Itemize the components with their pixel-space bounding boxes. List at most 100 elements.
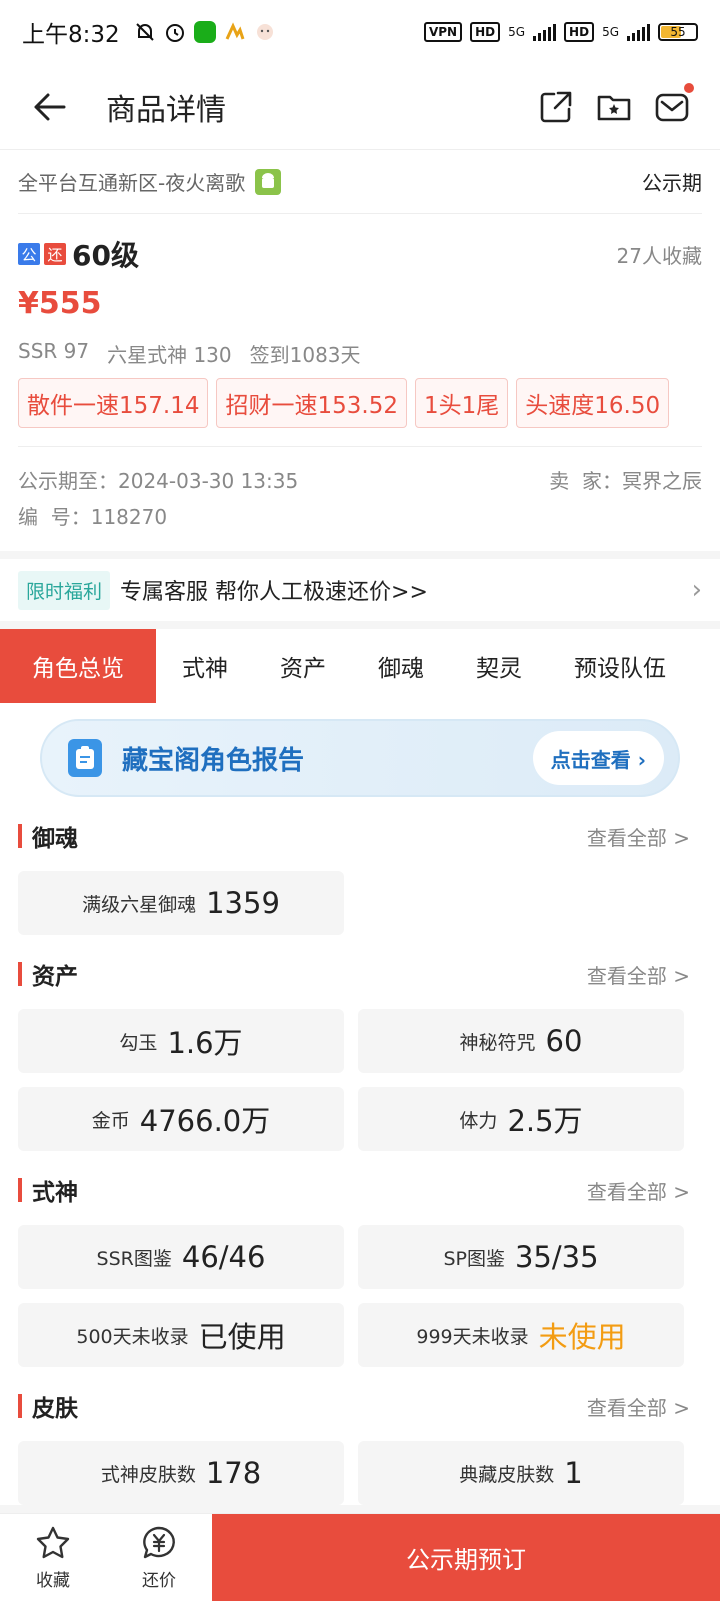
stat-label: 式神皮肤数	[100, 1463, 196, 1486]
shishen-grid: SSR图鉴 46/46 SP图鉴 35/35 500天未收录 已使用 999天未…	[18, 1225, 702, 1367]
level-title: 60级	[72, 239, 139, 272]
bargain-button[interactable]: 还价	[106, 1514, 212, 1601]
skins-grid: 式神皮肤数 178 典藏皮肤数 1	[18, 1441, 702, 1505]
section-title: 御魂	[32, 826, 78, 852]
status-bar: 上午8:32 VPN HD 5G HD 5G 55	[0, 0, 720, 64]
view-all-assets-link[interactable]: 查看全部 >	[587, 960, 690, 989]
view-report-button[interactable]: 点击查看 ›	[532, 731, 664, 785]
section-shishen-header: 式神 查看全部 >	[18, 1173, 702, 1207]
tab-shishen[interactable]: 式神	[156, 629, 254, 703]
signal-icon-1	[533, 23, 557, 41]
alarm-icon	[164, 21, 186, 43]
network-type-1: 5G	[508, 25, 526, 39]
mail-icon[interactable]	[654, 82, 694, 125]
period-end: 公示期至：2024-03-30 13:35	[18, 469, 299, 493]
tab-overview[interactable]: 角色总览	[0, 629, 156, 703]
view-all-skins-link[interactable]: 查看全部 >	[587, 1392, 690, 1421]
stat-card: 式神皮肤数 178	[18, 1441, 344, 1505]
android-icon	[255, 168, 282, 195]
stat-value: 178	[205, 1456, 262, 1490]
stat-label: 金币	[91, 1109, 130, 1132]
header: 商品详情	[0, 64, 720, 150]
yuan-bubble-icon	[143, 1526, 175, 1559]
stat-card: 金币 4766.0万	[18, 1087, 344, 1151]
tab-preset-team[interactable]: 预设队伍	[548, 629, 692, 703]
promo-banner[interactable]: 限时福利 专属客服 帮你人工极速还价>> ›	[0, 559, 720, 621]
section-title: 皮肤	[32, 1396, 78, 1422]
stat-card: 神秘符咒 60	[358, 1009, 684, 1073]
stat-card: SSR图鉴 46/46	[18, 1225, 344, 1289]
stat-label: 勾玉	[119, 1031, 158, 1054]
hd-indicator-1: HD	[470, 22, 501, 42]
section-title: 式神	[32, 1180, 78, 1206]
stat-label: SP图鉴	[443, 1247, 505, 1270]
section-skins-header: 皮肤 查看全部 >	[18, 1389, 702, 1423]
favorite-button[interactable]: 收藏	[0, 1514, 106, 1601]
section-yuhun-header: 御魂 查看全部 >	[18, 819, 702, 853]
section-title: 资产	[32, 964, 78, 990]
serial-number: 编 号：118270	[18, 505, 168, 529]
product-card: 全平台互通新区-夜火离歌 公示期 公 还 60级 27人收藏 ¥555 SSR …	[0, 150, 720, 551]
share-icon[interactable]	[538, 89, 574, 125]
stat-value: 1.6万	[167, 1026, 243, 1060]
stat-label: 999天未收录	[416, 1325, 529, 1348]
server-name: 全平台互通新区-夜火离歌	[18, 171, 246, 195]
section-marker	[18, 1178, 22, 1202]
spec-six-star: 六星式神 130	[107, 343, 232, 367]
section-marker	[18, 962, 22, 986]
stat-card: 500天未收录 已使用	[18, 1303, 344, 1367]
favorite-label: 收藏	[36, 1571, 70, 1591]
battery-level: 55	[670, 25, 686, 39]
stat-value: 60	[545, 1024, 583, 1058]
page-title: 商品详情	[106, 92, 226, 128]
feature-tag: 1头1尾	[414, 378, 509, 428]
promo-tag: 限时福利	[18, 570, 111, 610]
server-row: 全平台互通新区-夜火离歌 公示期	[18, 150, 702, 214]
stat-card: 体力 2.5万	[358, 1087, 684, 1151]
stat-card: SP图鉴 35/35	[358, 1225, 684, 1289]
spec-ssr: SSR 97	[18, 339, 90, 363]
view-all-shishen-link[interactable]: 查看全部 >	[587, 1176, 690, 1205]
notification-dot	[684, 82, 694, 93]
stat-card: 典藏皮肤数 1	[358, 1441, 684, 1505]
feature-tag: 招财一速153.52	[216, 378, 407, 428]
tab-assets[interactable]: 资产	[254, 629, 352, 703]
spec-checkin: 签到1083天	[249, 343, 361, 367]
section-marker	[18, 824, 22, 848]
stat-card: 999天未收录 未使用	[358, 1303, 684, 1367]
avatar-notification-icon	[254, 21, 276, 43]
chevron-right-icon: ›	[691, 575, 702, 605]
stat-value: 2.5万	[507, 1104, 583, 1138]
bottom-bar: 收藏 还价 公示期预订	[0, 1513, 720, 1601]
folder-star-icon[interactable]	[596, 89, 632, 125]
stat-label: 典藏皮肤数	[459, 1463, 555, 1486]
tab-bar: 角色总览 式神 资产 御魂 契灵 预设队伍	[0, 629, 720, 703]
assets-grid: 勾玉 1.6万 神秘符咒 60 金币 4766.0万 体力 2.5万	[18, 1009, 702, 1151]
promo-text: 专属客服 帮你人工极速还价>>	[120, 580, 428, 605]
wechat-icon	[193, 21, 216, 43]
stat-value: 46/46	[181, 1240, 266, 1274]
feature-tag: 散件一速157.14	[18, 378, 209, 428]
stat-label: 500天未收录	[76, 1325, 189, 1348]
tab-qiling[interactable]: 契灵	[450, 629, 548, 703]
public-tag: 公	[18, 243, 40, 265]
mute-bell-icon	[134, 21, 156, 43]
app-notification-icon	[224, 21, 246, 43]
stat-value: 4766.0万	[139, 1104, 271, 1138]
seller: 卖 家：冥界之辰	[549, 469, 702, 493]
stat-value: 未使用	[538, 1320, 626, 1354]
reserve-button[interactable]: 公示期预订	[212, 1514, 720, 1601]
section-marker	[18, 1394, 22, 1418]
report-title: 藏宝阁角色报告	[122, 745, 305, 776]
tab-yuhun[interactable]: 御魂	[352, 629, 450, 703]
clipboard-icon	[68, 739, 102, 777]
period-status: 公示期	[642, 171, 702, 195]
back-arrow-icon[interactable]	[30, 87, 70, 127]
bargain-tag: 还	[44, 243, 66, 265]
status-time: 上午8:32	[22, 22, 120, 48]
hd-indicator-2: HD	[564, 22, 595, 42]
report-banner[interactable]: 藏宝阁角色报告 点击查看 ›	[40, 719, 680, 797]
vpn-indicator: VPN	[423, 22, 463, 42]
signal-icon-2	[627, 23, 650, 41]
view-all-yuhun-link[interactable]: 查看全部 >	[587, 822, 690, 851]
